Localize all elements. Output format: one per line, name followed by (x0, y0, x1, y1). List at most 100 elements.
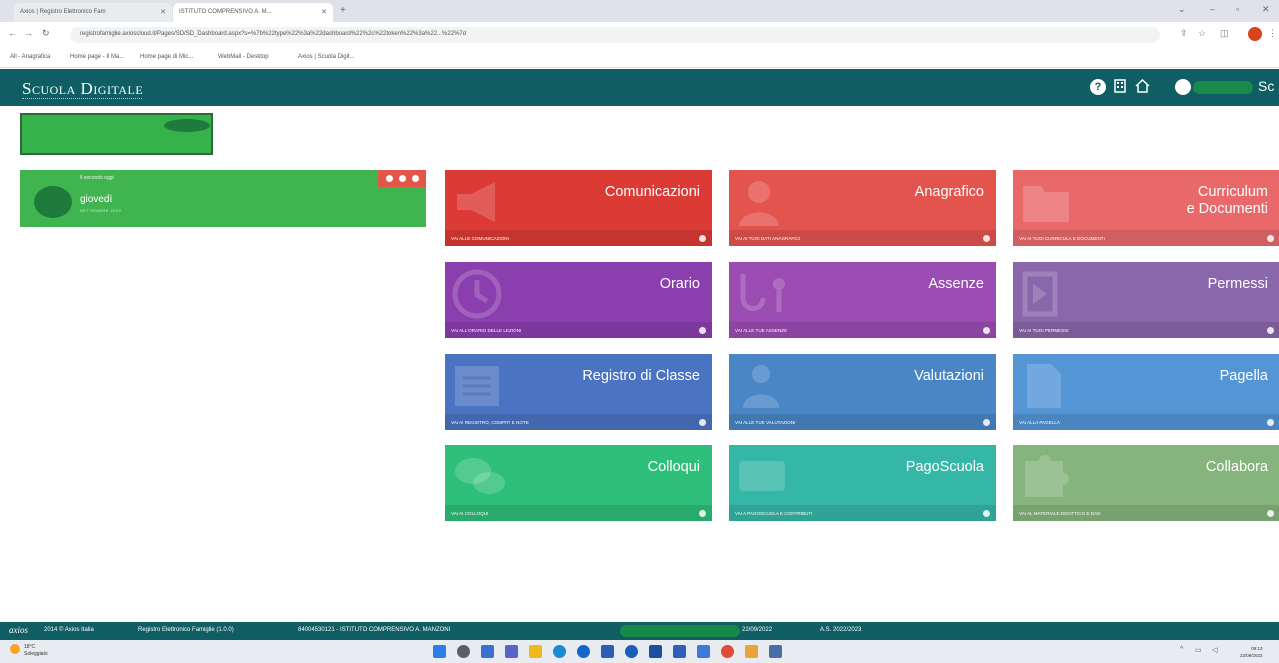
store-icon[interactable] (577, 645, 590, 658)
arrow-right-icon[interactable] (699, 327, 706, 334)
teams-icon[interactable] (505, 645, 518, 658)
minimize-icon[interactable]: – (1210, 4, 1215, 14)
arrow-right-icon[interactable] (983, 235, 990, 242)
edge-icon[interactable] (553, 645, 566, 658)
tile-colloqui[interactable]: Colloqui VAI AI COLLOQUI (445, 445, 712, 521)
tile-link[interactable]: VAI AL MATERIALE DIDATTICO E DAD (1013, 505, 1279, 521)
app-icon[interactable] (769, 645, 782, 658)
tile-title: Registro di Classe (582, 368, 700, 384)
arrow-right-icon[interactable] (699, 419, 706, 426)
next-day-icon[interactable] (412, 175, 419, 182)
tile-link[interactable]: VAI ALLA PAGELLA (1013, 414, 1279, 430)
tile-title: Valutazioni (914, 368, 984, 384)
tile-collabora[interactable]: Collabora VAI AL MATERIALE DIDATTICO E D… (1013, 445, 1279, 521)
user-avatar[interactable] (1175, 79, 1191, 95)
sidebar-icon[interactable]: ◫ (1220, 28, 1229, 39)
browser-tab-axios[interactable]: Axios | Registro Elettronico Fam ✕ (14, 3, 172, 22)
tile-link[interactable]: VAI A PAGOSCUOLA E CONTRIBUTI (729, 505, 996, 521)
arrow-right-icon[interactable] (1267, 235, 1274, 242)
window-close-icon[interactable]: ✕ (1262, 4, 1270, 15)
arrow-right-icon[interactable] (1267, 327, 1274, 334)
close-tab-icon[interactable]: ✕ (321, 8, 327, 16)
tile-valutazioni[interactable]: Valutazioni VAI ALLE TUE VALUTAZIONI (729, 354, 996, 430)
app-icon[interactable] (625, 645, 638, 658)
tile-link[interactable]: VAI AI TUOI PERMESSI (1013, 322, 1279, 338)
tray-chevron-icon[interactable]: ^ (1180, 646, 1183, 653)
student-selector[interactable] (20, 113, 213, 155)
home-icon[interactable] (1134, 78, 1150, 95)
tile-link[interactable]: VAI AI TUOI CURRICULA E DOCUMENTI (1013, 230, 1279, 246)
tile-link[interactable]: VAI ALLE TUE ASSENZE (729, 322, 996, 338)
bookmark-item[interactable]: WebMail - Desktop (218, 54, 269, 60)
tile-link[interactable]: VAI ALLE COMUNICAZIONI (445, 230, 712, 246)
app-brand-logo[interactable]: Scuola Digitale (22, 79, 143, 99)
arrow-right-icon[interactable] (1267, 419, 1274, 426)
date-widget: Il secondo oggi giovedì SETTEMBRE 2022 (20, 170, 426, 227)
back-icon[interactable]: ← (8, 28, 17, 38)
arrow-right-icon[interactable] (1267, 510, 1274, 517)
close-tab-icon[interactable]: ✕ (160, 8, 166, 16)
bookmark-item[interactable]: Axios | Scuola Digit... (298, 54, 355, 60)
tile-link[interactable]: VAI AI COLLOQUI (445, 505, 712, 521)
clock[interactable]: 09:13 22/09/2022 (1240, 645, 1263, 659)
arrow-right-icon[interactable] (699, 510, 706, 517)
tile-orario[interactable]: Orario VAI ALL'ORARIO DELLE LEZIONI (445, 262, 712, 338)
file-explorer-icon[interactable] (529, 645, 542, 658)
forward-icon[interactable]: → (24, 28, 33, 38)
tile-link[interactable]: VAI AI TUOI DATI ANAGRAFICI (729, 230, 996, 246)
tile-anagrafico[interactable]: Anagrafico VAI AI TUOI DATI ANAGRAFICI (729, 170, 996, 246)
bookmark-star-icon[interactable]: ☆ (1198, 28, 1206, 39)
weather-sun-icon[interactable] (10, 644, 20, 654)
user-initials[interactable]: Sc (1258, 78, 1274, 94)
tile-pagella[interactable]: Pagella VAI ALLA PAGELLA (1013, 354, 1279, 430)
browser-tab-istituto[interactable]: ISTITUTO COMPRENSIVO A. M... ✕ (173, 3, 333, 22)
tab-search-icon[interactable]: ⌄ (1178, 4, 1186, 15)
tile-title: Assenze (928, 276, 984, 292)
search-icon[interactable] (457, 645, 470, 658)
url-field[interactable]: registrofamiglie.axioscloud.it/Pages/SD/… (70, 27, 1160, 43)
app-icon[interactable] (745, 645, 758, 658)
tile-comunicazioni[interactable]: Comunicazioni VAI ALLE COMUNICAZIONI (445, 170, 712, 246)
reload-icon[interactable]: ↻ (42, 28, 50, 39)
bookmark-item[interactable]: Home page - Il Ma... (70, 54, 124, 60)
profile-avatar-icon[interactable] (1248, 27, 1262, 41)
chrome-icon[interactable] (721, 645, 734, 658)
word-icon[interactable] (649, 645, 662, 658)
arrow-right-icon[interactable] (983, 327, 990, 334)
today-icon[interactable] (399, 175, 406, 182)
maximize-icon[interactable]: ▫ (1236, 4, 1239, 14)
network-icon[interactable]: ▭ (1195, 646, 1202, 654)
app-icon[interactable] (673, 645, 686, 658)
mail-icon[interactable] (601, 645, 614, 658)
help-icon[interactable]: ? (1090, 79, 1106, 95)
tile-curriculum-documenti[interactable]: Curriculum e Documenti VAI AI TUOI CURRI… (1013, 170, 1279, 246)
book-icon (455, 366, 499, 406)
tile-link[interactable]: VAI ALLE TUE VALUTAZIONI (729, 414, 996, 430)
tile-link[interactable]: VAI AI REGISTRO, COMPITI E NOTE (445, 414, 712, 430)
volume-icon[interactable]: ◁ (1212, 646, 1217, 654)
tile-title: Collabora (1205, 459, 1268, 475)
bookmark-item[interactable]: Home page di Mic... (140, 54, 193, 60)
share-icon[interactable]: ⇪ (1180, 28, 1188, 39)
weather-widget[interactable]: 18°C Soleggiato (24, 644, 48, 658)
new-tab-icon[interactable]: + (340, 5, 346, 16)
building-icon[interactable] (1112, 79, 1128, 95)
tile-assenze[interactable]: Assenze VAI ALLE TUE ASSENZE (729, 262, 996, 338)
payment-icon (739, 461, 785, 491)
tile-title: Permessi (1207, 276, 1268, 292)
arrow-right-icon[interactable] (983, 510, 990, 517)
bookmark-item[interactable]: All - Anagrafica (10, 54, 50, 60)
task-view-icon[interactable] (481, 645, 494, 658)
app-icon[interactable] (697, 645, 710, 658)
arrow-right-icon[interactable] (699, 235, 706, 242)
footer-product[interactable]: Registro Elettronico Famiglie (1.0.0) (138, 627, 234, 633)
arrow-right-icon[interactable] (983, 419, 990, 426)
tile-permessi[interactable]: Permessi VAI AI TUOI PERMESSI (1013, 262, 1279, 338)
menu-kebab-icon[interactable]: ⋮ (1268, 28, 1277, 39)
tile-title: Colloqui (647, 459, 700, 475)
tile-pagoscuola[interactable]: PagoScuola VAI A PAGOSCUOLA E CONTRIBUTI (729, 445, 996, 521)
tile-registro-di-classe[interactable]: Registro di Classe VAI AI REGISTRO, COMP… (445, 354, 712, 430)
windows-start-icon[interactable] (433, 645, 446, 658)
prev-day-icon[interactable] (386, 175, 393, 182)
tile-link[interactable]: VAI ALL'ORARIO DELLE LEZIONI (445, 322, 712, 338)
